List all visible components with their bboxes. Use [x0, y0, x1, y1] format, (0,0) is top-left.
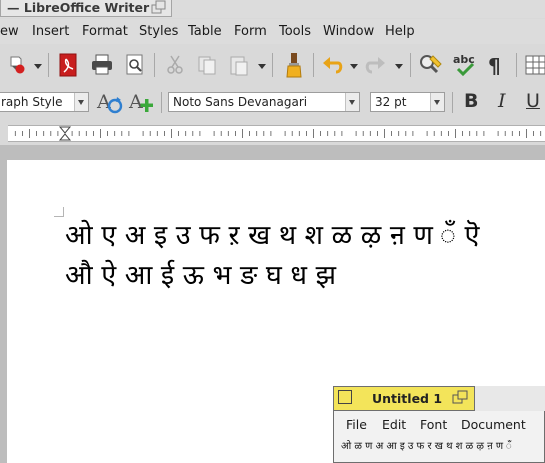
- window-title: — LibreOffice Writer: [7, 0, 150, 15]
- redo-dropdown-icon[interactable]: [395, 64, 403, 69]
- svg-text:¶: ¶: [488, 54, 501, 76]
- print-preview-icon[interactable]: [124, 54, 146, 76]
- toolbar-separator: [154, 53, 155, 77]
- find-replace-icon[interactable]: [418, 53, 444, 77]
- italic-button[interactable]: I: [498, 90, 506, 112]
- spelling-icon[interactable]: abc: [452, 52, 478, 78]
- undo-icon[interactable]: [322, 54, 344, 76]
- chevron-down-icon[interactable]: [74, 93, 88, 111]
- font-size-combo[interactable]: 32 pt: [370, 92, 445, 112]
- untitled-window-menu-bar: File Edit Font Document: [334, 413, 545, 437]
- print-icon[interactable]: [90, 54, 114, 76]
- svg-text:A: A: [96, 91, 111, 113]
- toolbar-separator: [452, 92, 453, 113]
- indent-marker-icon[interactable]: [58, 126, 72, 141]
- toolbar-separator: [272, 53, 273, 77]
- cut-icon[interactable]: [164, 54, 186, 76]
- paragraph-style-value: raph Style: [1, 95, 63, 109]
- toolbar-separator: [161, 92, 162, 113]
- untitled-window-title: Untitled 1: [372, 391, 443, 406]
- menu-styles[interactable]: Styles: [139, 19, 178, 44]
- untitled-window-text[interactable]: ओ ळ ण अ आ इ उ फ र ख थ श ळ ऴ ऩ ण ँ: [341, 437, 512, 457]
- formatting-marks-icon[interactable]: ¶: [486, 54, 506, 76]
- toolbar-separator: [313, 53, 314, 77]
- record-icon[interactable]: [6, 54, 28, 76]
- win2-menu-edit[interactable]: Edit: [382, 413, 406, 437]
- window-menu-icon[interactable]: [338, 390, 352, 404]
- menu-insert[interactable]: Insert: [32, 19, 69, 44]
- menu-format[interactable]: Format: [82, 19, 128, 44]
- chevron-down-icon[interactable]: [345, 93, 359, 111]
- win2-menu-file[interactable]: File: [346, 413, 367, 437]
- update-style-icon[interactable]: A: [96, 90, 124, 114]
- copy-icon[interactable]: [196, 54, 218, 76]
- text-boundary-corner: [54, 207, 64, 217]
- window-title-tab[interactable]: — LibreOffice Writer: [0, 0, 172, 17]
- font-name-combo[interactable]: Noto Sans Devanagari: [168, 92, 360, 112]
- toolbar-separator: [410, 53, 411, 77]
- record-dropdown-icon[interactable]: [34, 64, 42, 69]
- undo-dropdown-icon[interactable]: [350, 64, 358, 69]
- restore-window-icon[interactable]: [151, 0, 167, 14]
- restore-window-icon[interactable]: [452, 390, 469, 405]
- standard-toolbar: abc ¶: [0, 45, 545, 83]
- menu-window[interactable]: Window: [323, 19, 374, 44]
- toolbar-separator: [516, 53, 517, 77]
- paste-dropdown-icon[interactable]: [258, 64, 266, 69]
- document-text-line-2[interactable]: औ ऐ आ ई ऊ भ ङ घ ध झ: [65, 258, 336, 294]
- underline-button[interactable]: U: [526, 90, 540, 112]
- menu-table[interactable]: Table: [188, 19, 222, 44]
- new-style-icon[interactable]: A: [128, 90, 156, 114]
- win2-menu-document[interactable]: Document: [461, 413, 526, 437]
- menu-help[interactable]: Help: [385, 19, 415, 44]
- font-name-value: Noto Sans Devanagari: [173, 95, 308, 109]
- paragraph-style-combo[interactable]: raph Style: [0, 92, 89, 112]
- pdf-export-icon[interactable]: [57, 53, 79, 77]
- clone-formatting-icon[interactable]: [283, 52, 305, 78]
- insert-table-icon[interactable]: [525, 54, 545, 76]
- paste-icon[interactable]: [228, 54, 250, 76]
- menu-form[interactable]: Form: [234, 19, 267, 44]
- menu-bar: ew Insert Format Styles Table Form Tools…: [0, 19, 545, 44]
- toolbar-separator: [48, 53, 49, 77]
- chevron-down-icon[interactable]: [430, 93, 444, 111]
- untitled-window-titlebar-strip: [475, 386, 545, 411]
- ruler-ticks: [14, 126, 542, 141]
- svg-text:A: A: [128, 91, 143, 113]
- menu-tools[interactable]: Tools: [279, 19, 311, 44]
- document-text-line-1[interactable]: ओ ए अ इ उ फ ऱ ख थ श ळ ऴ ऩ ण ँ ऎ: [65, 218, 479, 254]
- redo-icon[interactable]: [364, 54, 386, 76]
- formatting-toolbar: raph Style A A Noto Sans Devanagari 32 p…: [0, 86, 545, 118]
- bold-button[interactable]: B: [464, 90, 478, 112]
- menu-view[interactable]: ew: [0, 19, 19, 44]
- font-size-value: 32 pt: [375, 95, 407, 109]
- win2-menu-font[interactable]: Font: [420, 413, 447, 437]
- ruler-scale[interactable]: [8, 125, 545, 142]
